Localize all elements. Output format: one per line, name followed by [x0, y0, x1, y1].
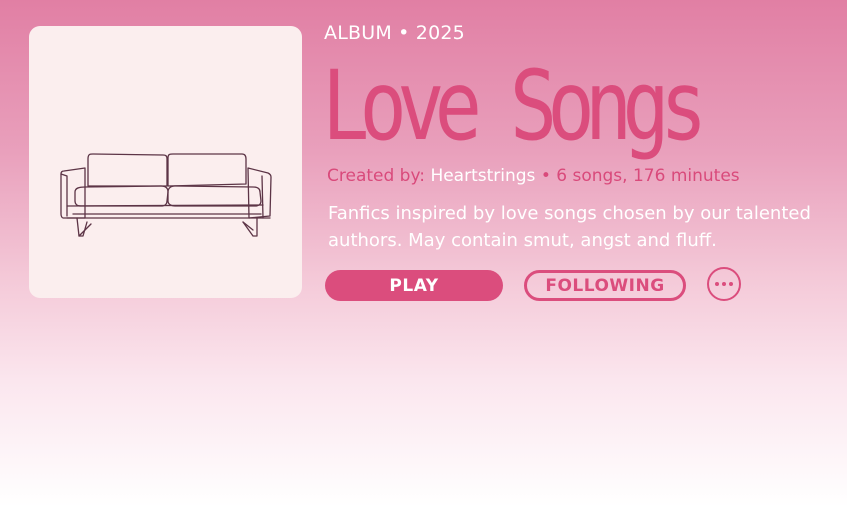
more-options-button[interactable] — [707, 267, 741, 301]
play-label: PLAY — [389, 275, 439, 296]
album-credits: Created by: Heartstrings • 6 songs, 176 … — [327, 166, 740, 186]
ellipsis-dot — [729, 282, 733, 286]
credits-prefix: Created by: — [327, 166, 426, 186]
album-cover — [29, 26, 302, 298]
ellipsis-icon — [715, 282, 733, 286]
following-button[interactable]: FOLLOWING — [524, 270, 686, 301]
play-button[interactable]: PLAY — [325, 270, 503, 301]
couch-illustration — [60, 153, 272, 237]
album-meta: ALBUM • 2025 — [324, 22, 465, 44]
album-description: Fanfics inspired by love songs chosen by… — [328, 203, 811, 251]
album-stats: • 6 songs, 176 minutes — [540, 166, 740, 186]
author-link[interactable]: Heartstrings — [430, 166, 535, 186]
following-label: FOLLOWING — [545, 275, 665, 296]
album-title: Love Songs — [322, 50, 707, 162]
ellipsis-dot — [722, 282, 726, 286]
ellipsis-dot — [715, 282, 719, 286]
